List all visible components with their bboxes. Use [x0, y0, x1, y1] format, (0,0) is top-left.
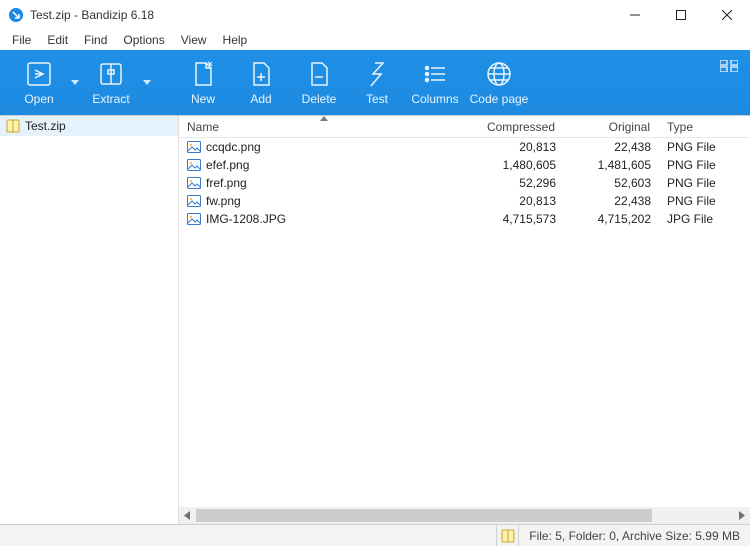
menu-file[interactable]: File — [4, 31, 39, 49]
add-label: Add — [250, 92, 271, 106]
file-original: 22,438 — [564, 194, 659, 208]
status-bar: File: 5, Folder: 0, Archive Size: 5.99 M… — [0, 524, 750, 546]
column-original-label: Original — [609, 120, 650, 134]
delete-button[interactable]: Delete — [290, 53, 348, 113]
delete-icon — [305, 60, 333, 88]
column-compressed[interactable]: Compressed — [469, 116, 564, 137]
menu-options[interactable]: Options — [115, 31, 172, 49]
open-dropdown[interactable] — [68, 53, 82, 113]
columns-label: Columns — [411, 92, 458, 106]
file-type: JPG File — [659, 212, 750, 226]
columns-icon — [421, 60, 449, 88]
column-type-label: Type — [667, 120, 693, 134]
title-bar: Test.zip - Bandizip 6.18 — [0, 0, 750, 30]
tree-root-item[interactable]: Test.zip — [0, 116, 178, 136]
table-row[interactable]: IMG-1208.JPG 4,715,5734,715,202JPG File — [179, 210, 750, 228]
extract-dropdown[interactable] — [140, 53, 154, 113]
file-type: PNG File — [659, 140, 750, 154]
file-type: PNG File — [659, 158, 750, 172]
image-file-icon — [187, 212, 201, 226]
archive-tree: Test.zip — [0, 116, 179, 524]
file-list: ccqdc.png20,81322,438PNG Fileefef.png1,4… — [179, 138, 750, 507]
add-button[interactable]: Add — [232, 53, 290, 113]
view-toggle-icon[interactable] — [720, 60, 738, 72]
table-row[interactable]: fref.png 52,29652,603PNG File — [179, 174, 750, 192]
close-button[interactable] — [704, 0, 750, 30]
table-row[interactable]: ccqdc.png 20,81322,438PNG File — [179, 138, 750, 156]
archive-status-icon — [497, 525, 519, 546]
test-icon — [363, 60, 391, 88]
extract-label: Extract — [92, 92, 129, 106]
menu-help[interactable]: Help — [215, 31, 256, 49]
menu-bar: File Edit Find Options View Help — [0, 30, 750, 50]
zip-icon — [6, 119, 20, 133]
codepage-label: Code page — [470, 92, 529, 106]
scroll-track[interactable] — [196, 507, 733, 524]
file-name: fref.png — [206, 176, 247, 190]
test-button[interactable]: Test — [348, 53, 406, 113]
minimize-button[interactable] — [612, 0, 658, 30]
columns-button[interactable]: Columns — [406, 53, 464, 113]
file-compressed: 20,813 — [469, 194, 564, 208]
new-button[interactable]: New — [174, 53, 232, 113]
new-icon — [189, 60, 217, 88]
file-name: ccqdc.png — [206, 140, 261, 154]
column-name[interactable]: Name — [179, 116, 469, 137]
maximize-button[interactable] — [658, 0, 704, 30]
image-file-icon — [187, 140, 201, 154]
menu-edit[interactable]: Edit — [39, 31, 76, 49]
status-text: File: 5, Folder: 0, Archive Size: 5.99 M… — [519, 525, 750, 546]
toolbar: Open Extract New Add Delete Test — [0, 50, 750, 115]
column-compressed-label: Compressed — [487, 120, 555, 134]
table-row[interactable]: fw.png 20,81322,438PNG File — [179, 192, 750, 210]
menu-view[interactable]: View — [173, 31, 215, 49]
file-original: 22,438 — [564, 140, 659, 154]
tree-root-label: Test.zip — [25, 119, 66, 133]
image-file-icon — [187, 176, 201, 190]
menu-find[interactable]: Find — [76, 31, 115, 49]
horizontal-scrollbar[interactable] — [179, 507, 750, 524]
image-file-icon — [187, 158, 201, 172]
file-original: 1,481,605 — [564, 158, 659, 172]
delete-label: Delete — [302, 92, 337, 106]
column-type[interactable]: Type — [659, 116, 750, 137]
app-icon — [8, 7, 24, 23]
table-row[interactable]: efef.png 1,480,6051,481,605PNG File — [179, 156, 750, 174]
file-compressed: 52,296 — [469, 176, 564, 190]
test-label: Test — [366, 92, 388, 106]
file-type: PNG File — [659, 194, 750, 208]
file-list-pane: Name Compressed Original Type ccqdc.png 2… — [179, 116, 750, 524]
file-compressed: 4,715,573 — [469, 212, 564, 226]
file-type: PNG File — [659, 176, 750, 190]
scroll-thumb[interactable] — [196, 509, 652, 522]
file-name: fw.png — [206, 194, 241, 208]
column-name-label: Name — [187, 120, 219, 134]
extract-icon — [97, 60, 125, 88]
sort-ascending-icon — [320, 116, 328, 121]
window-title: Test.zip - Bandizip 6.18 — [30, 8, 154, 22]
codepage-button[interactable]: Code page — [464, 53, 534, 113]
new-label: New — [191, 92, 215, 106]
scroll-right-icon[interactable] — [733, 507, 750, 524]
file-original: 4,715,202 — [564, 212, 659, 226]
open-label: Open — [24, 92, 53, 106]
column-headers: Name Compressed Original Type — [179, 116, 750, 138]
scroll-left-icon[interactable] — [179, 507, 196, 524]
column-original[interactable]: Original — [564, 116, 659, 137]
add-icon — [247, 60, 275, 88]
image-file-icon — [187, 194, 201, 208]
file-compressed: 1,480,605 — [469, 158, 564, 172]
file-original: 52,603 — [564, 176, 659, 190]
open-button[interactable]: Open — [10, 53, 68, 113]
file-name: efef.png — [206, 158, 249, 172]
globe-icon — [485, 60, 513, 88]
file-compressed: 20,813 — [469, 140, 564, 154]
extract-button[interactable]: Extract — [82, 53, 140, 113]
open-icon — [25, 60, 53, 88]
file-name: IMG-1208.JPG — [206, 212, 286, 226]
